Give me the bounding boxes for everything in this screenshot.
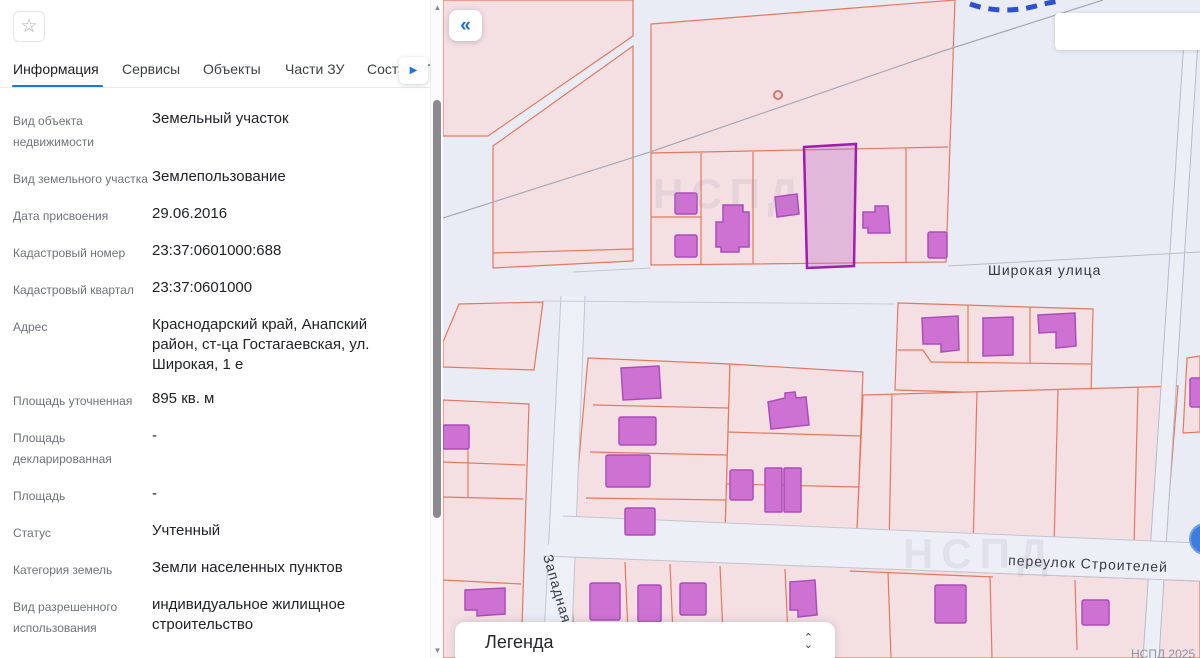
field-value: Краснодарский край, Анапский район, ст-ц…	[152, 315, 402, 375]
field-row: Площадь уточненная895 кв. м	[13, 389, 425, 412]
tab-1[interactable]: Информация	[13, 61, 99, 77]
field-value: индивидуальное жилищное строительство	[152, 595, 402, 639]
field-row: Кадастровый номер23:37:0601000:688	[13, 241, 425, 264]
field-label: Статус	[13, 521, 152, 544]
street-label-shirokaya: Широкая улица	[988, 262, 1101, 278]
field-value: 23:37:0601000:688	[152, 241, 402, 264]
field-label: Дата присвоения	[13, 204, 152, 227]
field-value: Учтенный	[152, 521, 402, 544]
nspd-watermark: НСПД	[903, 530, 1056, 578]
double-chevron-left-icon: «	[460, 15, 471, 37]
field-value: 23:37:0601000	[152, 278, 402, 301]
cadastral-map-canvas[interactable]: Широкая улица переулок Строителей Западн…	[443, 0, 1200, 658]
object-info-panel: ☆ ИнформацияСервисыОбъектыЧасти ЗУСостав…	[0, 0, 443, 658]
field-label: Площадь декларированная	[13, 426, 152, 470]
tab-4[interactable]: Части ЗУ	[285, 61, 344, 77]
star-icon: ☆	[20, 15, 37, 38]
collapse-panel-button[interactable]: «	[449, 10, 482, 41]
field-label: Вид разрешенного использования	[13, 595, 152, 639]
expand-collapse-icon[interactable]: ⌃⌄	[804, 635, 813, 649]
field-value: 895 кв. м	[152, 389, 402, 412]
favorite-star-button[interactable]: ☆	[13, 11, 45, 42]
field-row: Вид земельного участкаЗемлепользование	[13, 167, 425, 190]
tabbar-divider	[0, 87, 430, 88]
field-label: Площадь уточненная	[13, 389, 152, 412]
map-toolbar-box[interactable]	[1055, 13, 1200, 50]
chevron-right-icon: ▶	[410, 65, 418, 76]
selected-parcel[interactable]	[804, 144, 856, 268]
scrollbar-thumb[interactable]	[433, 100, 441, 518]
panel-scrollbar[interactable]: ▲ ▼	[430, 0, 443, 658]
field-label: Вид земельного участка	[13, 167, 152, 190]
field-row: СтатусУчтенный	[13, 521, 425, 544]
tab-bar: ИнформацияСервисыОбъектыЧасти ЗУСоставП …	[0, 55, 430, 88]
field-label: Категория земель	[13, 558, 152, 581]
tab-3[interactable]: Объекты	[203, 61, 261, 77]
field-value: -	[152, 426, 402, 470]
field-row: АдресКраснодарский край, Анапский район,…	[13, 315, 425, 375]
legend-bar[interactable]: Легенда ⌃⌄	[455, 622, 835, 658]
field-label: Кадастровый квартал	[13, 278, 152, 301]
field-label: Кадастровый номер	[13, 241, 152, 264]
legend-title: Легенда	[485, 632, 804, 653]
attributes-list: Вид объекта недвижимостиЗемельный участо…	[13, 109, 425, 653]
field-row: Кадастровый квартал23:37:0601000	[13, 278, 425, 301]
map-layers: Широкая улица переулок Строителей Западн…	[443, 0, 1200, 658]
map-attribution: НСПД 2025	[1131, 647, 1195, 658]
field-row: Дата присвоения29.06.2016	[13, 204, 425, 227]
field-row: Площадь-	[13, 484, 425, 507]
field-label: Площадь	[13, 484, 152, 507]
field-row: Вид разрешенного использованияиндивидуал…	[13, 595, 425, 639]
field-value: Землепользование	[152, 167, 402, 190]
field-value: -	[152, 484, 402, 507]
field-row: Категория земельЗемли населенных пунктов	[13, 558, 425, 581]
field-row: Площадь декларированная-	[13, 426, 425, 470]
field-label: Вид объекта недвижимости	[13, 109, 152, 153]
field-value: Земли населенных пунктов	[152, 558, 402, 581]
field-row: Вид объекта недвижимостиЗемельный участо…	[13, 109, 425, 153]
field-label: Адрес	[13, 315, 152, 375]
tabs-overflow-button[interactable]: ▶	[399, 57, 428, 84]
field-value: Земельный участок	[152, 109, 402, 153]
nspd-watermark: НСПД	[653, 170, 806, 218]
tab-2[interactable]: Сервисы	[122, 61, 180, 77]
field-value: 29.06.2016	[152, 204, 402, 227]
point-feature-marker	[774, 91, 782, 99]
